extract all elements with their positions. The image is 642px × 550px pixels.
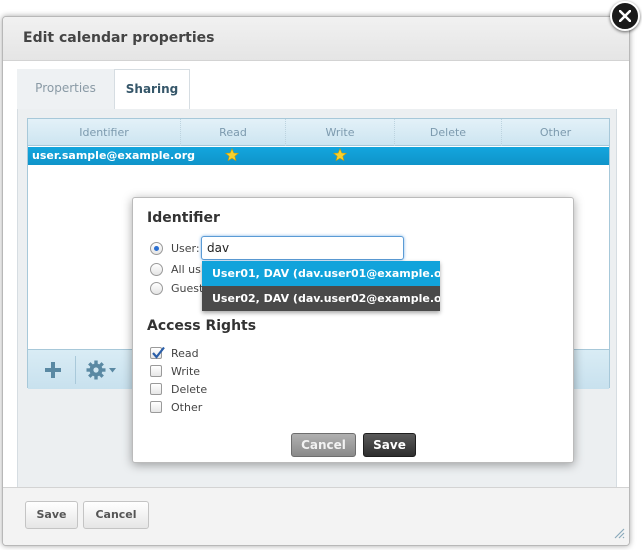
delete-checkbox[interactable]	[150, 383, 162, 395]
other-checkbox-label: Other	[171, 401, 203, 414]
delete-checkbox-label: Delete	[171, 383, 208, 396]
write-star-icon	[333, 148, 347, 162]
write-checkbox-label: Write	[171, 365, 201, 378]
tab-sharing[interactable]: Sharing	[114, 69, 190, 109]
read-checkbox-label: Read	[171, 347, 199, 360]
column-write[interactable]: Write	[286, 119, 395, 146]
column-delete[interactable]: Delete	[395, 119, 502, 146]
user-radio-label: User:	[171, 242, 200, 255]
close-icon	[619, 10, 631, 22]
other-checkbox[interactable]	[150, 401, 162, 413]
column-read[interactable]: Read	[181, 119, 286, 146]
dialog-titlebar[interactable]: Edit calendar properties	[3, 17, 629, 61]
chevron-down-icon	[109, 368, 116, 373]
dialog-title: Edit calendar properties	[23, 30, 215, 46]
all-users-radio-label: All us	[171, 263, 201, 276]
table-row[interactable]: user.sample@example.org	[28, 147, 609, 165]
write-checkbox[interactable]	[150, 365, 162, 377]
tab-properties[interactable]: Properties	[17, 69, 114, 109]
user-search-input[interactable]	[201, 236, 404, 260]
toolbar-separator	[75, 356, 76, 384]
gear-icon	[86, 360, 106, 380]
save-button[interactable]: Save	[25, 501, 78, 529]
read-checkbox[interactable]	[150, 346, 165, 359]
row-identifier: user.sample@example.org	[32, 149, 195, 162]
access-rights-heading: Access Rights	[147, 318, 257, 334]
column-identifier[interactable]: Identifier	[28, 119, 181, 146]
user-suggestions-dropdown: User01, DAV (dav.user01@example.org) Use…	[202, 261, 440, 311]
dialog-footer: Save Cancel	[3, 487, 629, 545]
share-editor-popup: Identifier User: All us Guest User01, DA…	[132, 197, 574, 463]
suggestion-item[interactable]: User02, DAV (dav.user02@example.org)	[202, 286, 440, 311]
user-radio[interactable]	[150, 242, 163, 255]
guest-radio[interactable]	[150, 282, 163, 295]
popup-save-button[interactable]: Save	[363, 433, 416, 457]
add-button[interactable]	[34, 350, 74, 390]
all-users-radio[interactable]	[150, 263, 163, 276]
resize-grip-icon[interactable]	[613, 527, 625, 539]
guest-radio-label: Guest	[171, 282, 204, 295]
plus-icon	[45, 362, 61, 378]
read-star-icon	[225, 148, 239, 162]
popup-cancel-button[interactable]: Cancel	[291, 433, 356, 457]
settings-menu-button[interactable]	[80, 350, 128, 390]
identifier-heading: Identifier	[147, 210, 220, 226]
checkmark-icon	[152, 346, 165, 359]
close-button[interactable]	[610, 1, 640, 31]
cancel-button[interactable]: Cancel	[83, 501, 149, 529]
suggestion-item[interactable]: User01, DAV (dav.user01@example.org)	[202, 261, 440, 286]
column-other[interactable]: Other	[502, 119, 609, 146]
grid-header: Identifier Read Write Delete Other	[28, 119, 609, 146]
